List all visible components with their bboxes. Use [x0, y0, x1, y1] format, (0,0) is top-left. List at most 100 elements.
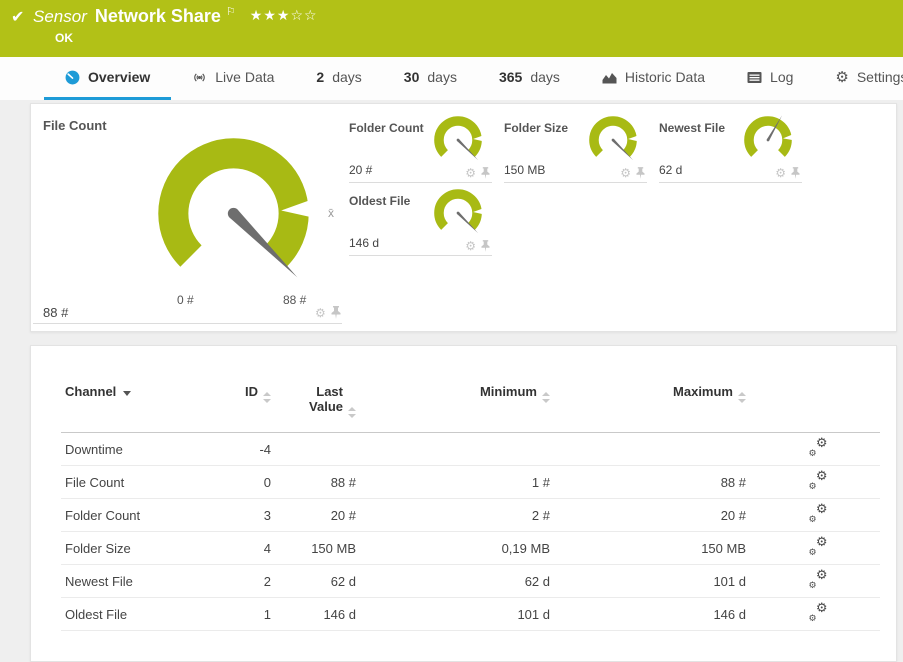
tab-label: days: [427, 69, 457, 85]
gear-icon[interactable]: ⚙: [465, 167, 476, 179]
sort-icon: [348, 407, 356, 418]
sensor-status-header: ✔ Sensor Network Share ⚐ ★★★☆☆ OK: [0, 0, 903, 57]
channel-id: 1: [225, 598, 279, 631]
channel-last-value: 146 d: [279, 598, 364, 631]
gear-icon[interactable]: ⚙: [620, 167, 631, 179]
column-header-minimum[interactable]: Minimum: [364, 384, 558, 433]
gauge-cell-folder-count: Folder Count 20 # ⚙: [346, 111, 501, 184]
sort-icon: [263, 392, 271, 403]
tab-2-days[interactable]: 2 days: [295, 57, 382, 100]
gear-icon[interactable]: ⚙: [315, 307, 326, 319]
tab-label: days: [332, 69, 362, 85]
sensor-status-text: OK: [55, 31, 73, 45]
channel-last-value: 62 d: [279, 565, 364, 598]
gauge-title: Oldest File: [349, 194, 410, 208]
gauge-current-value: 88 #: [43, 305, 68, 320]
channel-minimum: 101 d: [364, 598, 558, 631]
gauge-current-value: 146 d: [349, 236, 379, 250]
gauge-scale-max: 88 #: [283, 293, 306, 307]
channel-name: Oldest File: [61, 598, 225, 631]
sort-descending-icon: [123, 391, 131, 396]
channel-row-newest-file[interactable]: Newest File 2 62 d 62 d 101 d ⚙⚙: [61, 565, 880, 598]
tab-day-count: 30: [404, 69, 420, 85]
historic-chart-icon: [602, 70, 617, 85]
gauges-panel: File Count x̄ 0 # 88 # 88 # ⚙ Folder Cou…: [30, 103, 897, 332]
sort-icon: [738, 392, 746, 403]
gauge-cell-newest-file: Newest File 62 d ⚙: [656, 111, 811, 184]
tab-label: Historic Data: [625, 69, 705, 85]
channel-row-downtime[interactable]: Downtime -4 ⚙⚙: [61, 433, 880, 466]
pin-icon[interactable]: [481, 240, 490, 252]
flag-icon[interactable]: ⚐: [226, 5, 236, 18]
column-label: ID: [245, 384, 258, 399]
gauge-cell-actions: ⚙: [775, 167, 800, 179]
channel-id: 3: [225, 499, 279, 532]
channel-minimum: 2 #: [364, 499, 558, 532]
average-marker-label: x̄: [328, 206, 334, 220]
tab-label: Overview: [88, 69, 150, 85]
pin-icon[interactable]: [481, 167, 490, 179]
channel-maximum: 88 #: [558, 466, 754, 499]
cell-divider: [33, 323, 342, 324]
column-header-channel[interactable]: Channel: [61, 384, 225, 433]
tab-settings[interactable]: ⚙ Settings: [814, 57, 903, 100]
channel-settings-icon[interactable]: ⚙⚙: [808, 439, 828, 457]
tab-365-days[interactable]: 365 days: [478, 57, 581, 100]
channel-name: Folder Count: [61, 499, 225, 532]
column-header-last-value[interactable]: Last Value: [279, 384, 364, 433]
column-header-maximum[interactable]: Maximum: [558, 384, 754, 433]
channels-panel: Channel ID Last Value Minimum Maximum Do…: [30, 345, 897, 662]
channel-row-oldest-file[interactable]: Oldest File 1 146 d 101 d 146 d ⚙⚙: [61, 598, 880, 631]
channel-maximum: [558, 433, 754, 466]
gauge-title: Folder Count: [349, 121, 424, 135]
priority-stars[interactable]: ★★★☆☆: [250, 7, 318, 24]
pin-icon[interactable]: [331, 306, 341, 319]
stars-filled[interactable]: ★★★: [250, 7, 291, 23]
gauge-title: File Count: [43, 118, 107, 133]
column-label: Minimum: [480, 384, 537, 399]
gauge-title: Folder Size: [504, 121, 568, 135]
gear-icon: ⚙: [835, 70, 848, 85]
oldest-file-gauge: [430, 185, 486, 241]
tab-30-days[interactable]: 30 days: [383, 57, 478, 100]
pin-icon[interactable]: [636, 167, 645, 179]
channel-settings-icon[interactable]: ⚙⚙: [808, 505, 828, 523]
column-label: Last Value: [299, 384, 343, 414]
gauge-cell-file-count: File Count x̄ 0 # 88 # 88 # ⚙: [31, 104, 346, 331]
channel-minimum: 0,19 MB: [364, 532, 558, 565]
tab-day-count: 2: [316, 69, 324, 85]
tab-overview[interactable]: Overview: [44, 57, 171, 100]
channel-id: 2: [225, 565, 279, 598]
channel-last-value: [279, 433, 364, 466]
cell-divider: [349, 255, 492, 256]
channel-maximum: 20 #: [558, 499, 754, 532]
channel-maximum: 150 MB: [558, 532, 754, 565]
channel-settings-icon[interactable]: ⚙⚙: [808, 571, 828, 589]
channel-last-value: 20 #: [279, 499, 364, 532]
channel-minimum: 1 #: [364, 466, 558, 499]
tab-historic-data[interactable]: Historic Data: [581, 57, 726, 100]
channel-row-file-count[interactable]: File Count 0 88 # 1 # 88 # ⚙⚙: [61, 466, 880, 499]
tab-live-data[interactable]: Live Data: [171, 57, 295, 100]
gear-icon[interactable]: ⚙: [465, 240, 476, 252]
status-ok-check-icon: ✔: [11, 7, 24, 27]
channel-row-folder-size[interactable]: Folder Size 4 150 MB 0,19 MB 150 MB ⚙⚙: [61, 532, 880, 565]
live-data-icon: [192, 70, 207, 85]
gauge-cell-actions: ⚙: [465, 167, 490, 179]
gear-icon[interactable]: ⚙: [775, 167, 786, 179]
log-icon: [747, 70, 762, 85]
stars-empty[interactable]: ☆☆: [290, 7, 317, 23]
channel-settings-icon[interactable]: ⚙⚙: [808, 604, 828, 622]
sensor-kind-label: Sensor: [33, 7, 87, 27]
column-header-id[interactable]: ID: [225, 384, 279, 433]
pin-icon[interactable]: [791, 167, 800, 179]
channel-row-folder-count[interactable]: Folder Count 3 20 # 2 # 20 # ⚙⚙: [61, 499, 880, 532]
tab-log[interactable]: Log: [726, 57, 814, 100]
channel-id: 0: [225, 466, 279, 499]
file-count-gauge: [145, 125, 322, 302]
channel-settings-icon[interactable]: ⚙⚙: [808, 538, 828, 556]
tab-label: Log: [770, 69, 793, 85]
cell-divider: [504, 182, 647, 183]
channel-settings-icon[interactable]: ⚙⚙: [808, 472, 828, 490]
channel-name: Downtime: [61, 433, 225, 466]
